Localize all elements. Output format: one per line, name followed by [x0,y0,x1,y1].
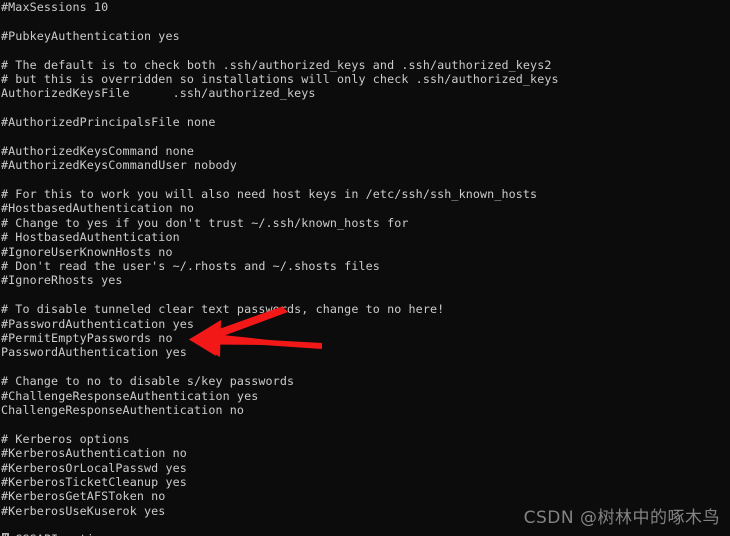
terminal-line: #KerberosTicketCleanup yes [1,474,187,489]
terminal-line: #PubkeyAuthentication yes [1,28,180,43]
terminal-line: #ChallengeResponseAuthentication yes [1,388,259,403]
terminal-line: # HostbasedAuthentication [1,230,180,245]
terminal-line: # Change to yes if you don't trust ~/.ss… [1,215,409,230]
terminal-line: #KerberosGetAFSToken no [1,489,166,504]
terminal-line: # Change to no to disable s/key password… [1,374,295,389]
terminal-line: PasswordAuthentication yes [1,345,187,360]
terminal-window[interactable]: #MaxSessions 10 #PubkeyAuthentication ye… [0,0,730,536]
sshd-config-file-content[interactable]: #MaxSessions 10 #PubkeyAuthentication ye… [0,0,730,536]
terminal-line: # The default is to check both .ssh/auth… [1,57,552,72]
terminal-line: # but this is overridden so installation… [1,71,559,86]
terminal-line: #PermitEmptyPasswords no [1,330,173,345]
terminal-line: # Don't read the user's ~/.rhosts and ~/… [1,259,380,274]
terminal-line: #MaxSessions 10 [1,0,109,14]
terminal-line: #AuthorizedKeysCommand none [1,143,195,158]
terminal-line: #KerberosOrLocalPasswd yes [1,460,187,475]
terminal-line: #KerberosAuthentication no [1,446,187,461]
terminal-line: #AuthorizedPrincipalsFile none [1,115,216,130]
csdn-watermark: CSDN @树林中的啄木鸟 [523,508,720,528]
terminal-line: #PasswordAuthentication yes [1,316,195,331]
terminal-line: #IgnoreUserKnownHosts no [1,244,173,259]
terminal-line: ChallengeResponseAuthentication no [1,402,245,417]
terminal-line: #IgnoreRhosts yes [1,273,123,288]
terminal-line: # For this to work you will also need ho… [1,187,538,202]
terminal-line: #AuthorizedKeysCommandUser nobody [1,158,237,173]
terminal-line: # GSSAPI options [1,532,730,536]
terminal-line: # Kerberos options [1,431,130,446]
terminal-line: #HostbasedAuthentication no [1,201,195,216]
terminal-line: AuthorizedKeysFile .ssh/authorized_keys [1,86,316,101]
terminal-line: # To disable tunneled clear text passwor… [1,302,445,317]
